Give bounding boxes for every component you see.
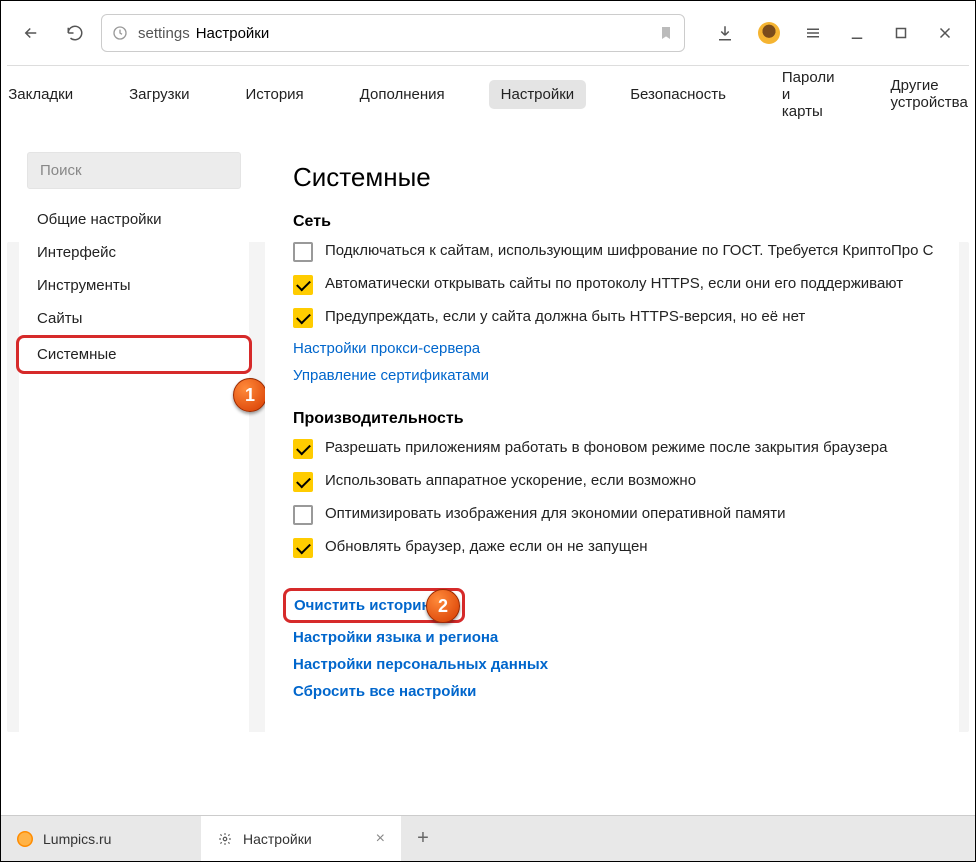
annotation-badge-1: 1 [233,378,267,412]
browser-toolbar: settingsНастройки [1,1,975,65]
checkbox-row-gost[interactable]: Подключаться к сайтам, использующим шифр… [293,241,949,262]
checkbox-icon[interactable] [293,505,313,525]
new-tab-button[interactable]: + [401,816,445,861]
bookmark-icon[interactable] [658,25,674,41]
tab-addons[interactable]: Дополнения [348,80,457,109]
settings-tabs: Закладки Загрузки История Дополнения Нас… [1,66,975,122]
tab-bookmarks[interactable]: Закладки [0,80,85,109]
close-tab-icon[interactable]: × [376,830,385,848]
window-maximize-button[interactable] [883,15,919,51]
link-personal-data[interactable]: Настройки персональных данных [293,656,949,673]
browser-tab-settings[interactable]: Настройки × [201,816,401,861]
link-proxy-settings[interactable]: Настройки прокси-сервера [293,340,949,357]
annotation-badge-2: 2 [426,589,460,623]
sidebar-item-general[interactable]: Общие настройки [19,203,249,236]
checkbox-icon[interactable] [293,538,313,558]
checkbox-row-update-browser[interactable]: Обновлять браузер, даже если он не запущ… [293,537,949,558]
profile-button[interactable] [751,15,787,51]
section-title-performance: Производительность [293,410,949,428]
checkbox-row-https-auto[interactable]: Автоматически открывать сайты по протоко… [293,274,949,295]
settings-main-panel: Системные Сеть Подключаться к сайтам, ис… [265,144,959,794]
tab-other-devices[interactable]: Другие устройства [879,71,976,117]
back-button[interactable] [13,15,49,51]
window-minimize-button[interactable] [839,15,875,51]
downloads-button[interactable] [707,15,743,51]
tab-downloads[interactable]: Загрузки [117,80,201,109]
address-bar[interactable]: settingsНастройки [101,14,685,52]
tab-settings[interactable]: Настройки [489,80,587,109]
sidebar-item-tools[interactable]: Инструменты [19,269,249,302]
section-title-network: Сеть [293,213,949,231]
checkbox-icon[interactable] [293,242,313,262]
link-language-region[interactable]: Настройки языка и региона [293,629,949,646]
reload-button[interactable] [57,15,93,51]
checkbox-row-background-apps[interactable]: Разрешать приложениям работать в фоновом… [293,438,949,459]
menu-button[interactable] [795,15,831,51]
sidebar-search-input[interactable]: Поиск [27,152,241,189]
settings-sidebar: Поиск Общие настройки Интерфейс Инструме… [19,144,249,794]
browser-tab-lumpics[interactable]: Lumpics.ru [1,816,201,861]
highlight-clear-history: Очистить историю 2 [283,588,465,623]
checkbox-row-hw-accel[interactable]: Использовать аппаратное ускорение, если … [293,471,949,492]
page-title: Системные [293,162,949,193]
sidebar-item-sites[interactable]: Сайты [19,302,249,335]
checkbox-row-optimize-images[interactable]: Оптимизировать изображения для экономии … [293,504,949,525]
link-certificates[interactable]: Управление сертификатами [293,367,949,384]
checkbox-icon[interactable] [293,439,313,459]
address-text: settingsНастройки [138,25,648,42]
tab-security[interactable]: Безопасность [618,80,738,109]
gear-icon [217,831,233,847]
checkbox-icon[interactable] [293,275,313,295]
tab-history[interactable]: История [234,80,316,109]
favicon-icon [17,831,33,847]
tab-label: Настройки [243,831,312,847]
link-clear-history[interactable]: Очистить историю [294,597,434,614]
sidebar-item-system[interactable]: Системные [16,335,252,374]
checkbox-icon[interactable] [293,472,313,492]
browser-tab-bar: Lumpics.ru Настройки × + [1,815,975,861]
sidebar-item-interface[interactable]: Интерфейс [19,236,249,269]
tab-label: Lumpics.ru [43,831,111,847]
window-close-button[interactable] [927,15,963,51]
action-links: Очистить историю 2 Настройки языка и рег… [293,588,949,700]
link-reset-settings[interactable]: Сбросить все настройки [293,683,949,700]
checkbox-row-https-warn[interactable]: Предупреждать, если у сайта должна быть … [293,307,949,328]
tab-passwords[interactable]: Пароли и карты [770,63,847,126]
yandex-logo-icon [112,25,128,41]
checkbox-icon[interactable] [293,308,313,328]
